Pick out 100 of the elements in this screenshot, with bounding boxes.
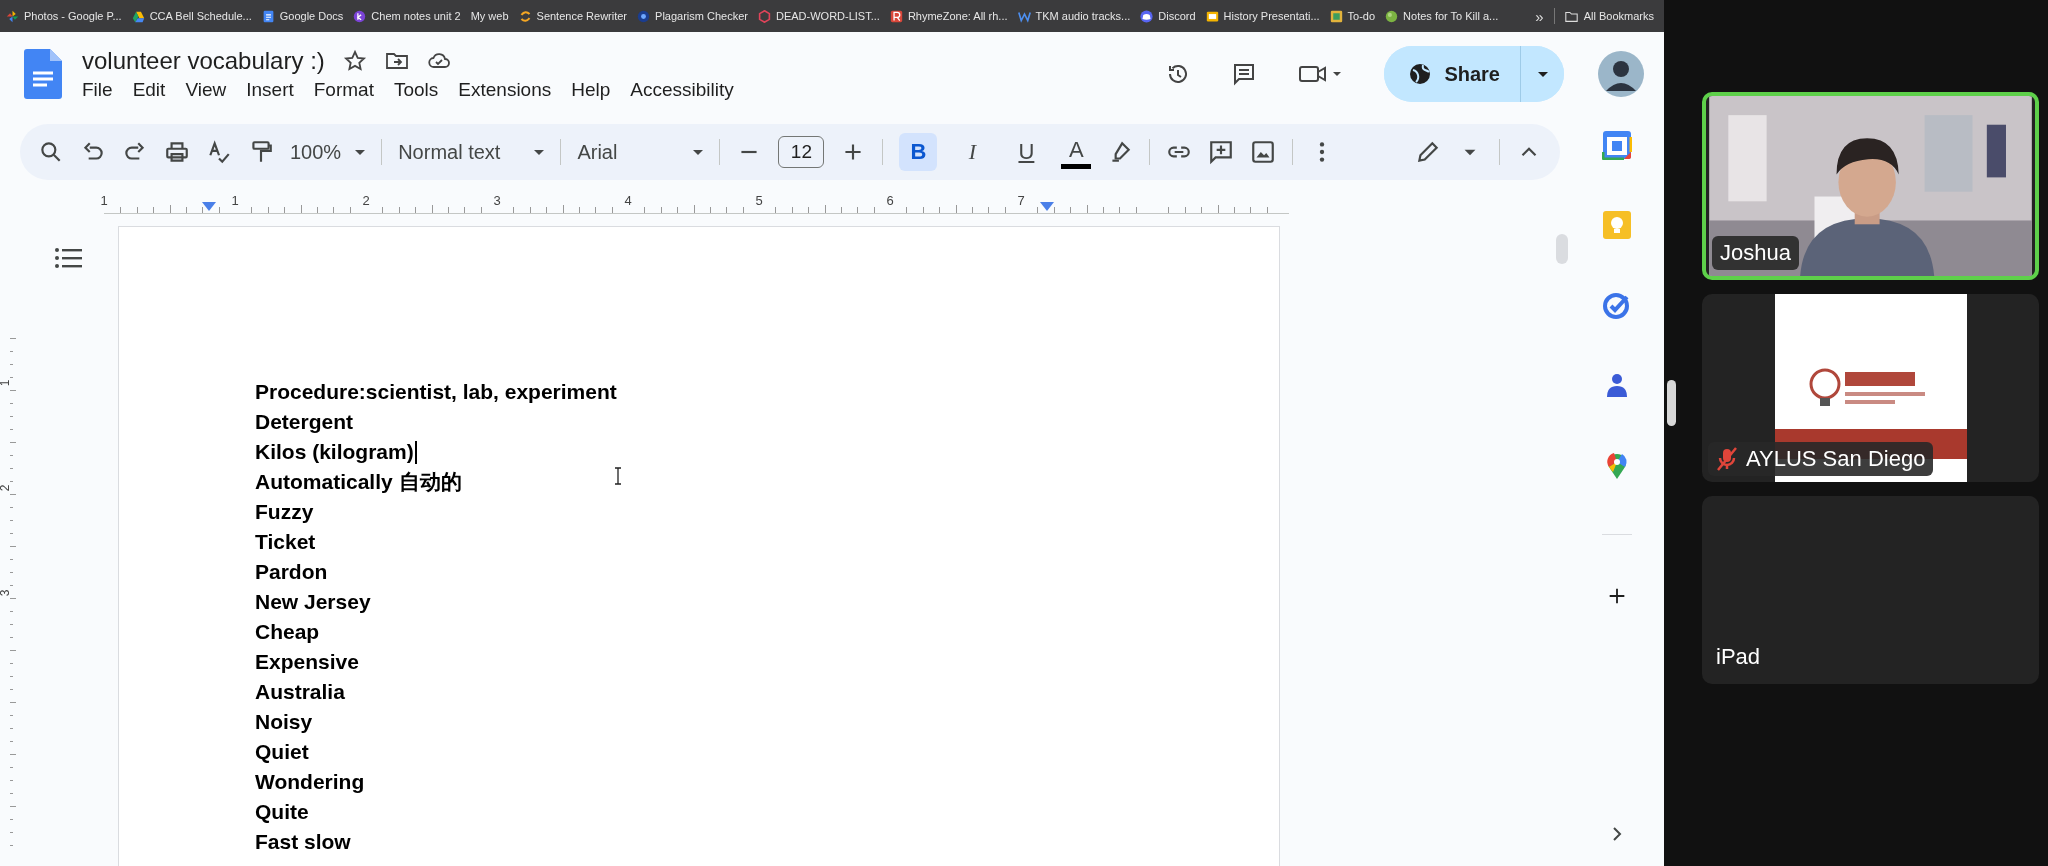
pencil-icon[interactable] [1415, 139, 1441, 165]
bookmark[interactable]: Photos - Google P... [6, 9, 122, 23]
document-title[interactable]: volunteer vocabulary :) [82, 47, 325, 75]
font-dropdown[interactable]: Arial [577, 140, 704, 164]
outline-icon[interactable] [54, 246, 82, 270]
bookmark[interactable]: My web [470, 10, 509, 22]
style-dropdown[interactable]: Normal text [398, 140, 545, 164]
circle-icon [637, 9, 651, 23]
bookmark[interactable]: Google Docs [261, 9, 344, 23]
text-line: Quite [255, 799, 309, 825]
swirl-icon [518, 9, 532, 23]
text-line: New Jersey [255, 589, 371, 615]
check-circle-icon[interactable] [1602, 290, 1632, 320]
menu-item[interactable]: Format [313, 79, 374, 101]
text-line: Fast slow [255, 829, 351, 855]
zoom-dropdown[interactable]: 100% [290, 140, 366, 164]
w-icon [1017, 9, 1031, 23]
bold-button[interactable]: B [899, 133, 938, 171]
ball-icon [1385, 9, 1399, 23]
text-line: Noisy [255, 709, 313, 735]
participant-name: AYLUS San Diego [1746, 446, 1926, 472]
text-line: Kilos (kilogram) [255, 437, 417, 467]
text-line: Detergent [255, 409, 354, 435]
print-icon[interactable] [164, 139, 190, 165]
video-tile[interactable]: AYLUS San Diego [1702, 294, 2039, 482]
menu-item[interactable]: File [82, 79, 113, 101]
spellcheck-icon[interactable] [206, 139, 232, 165]
comment-icon[interactable] [1232, 62, 1257, 86]
pinwheel-icon [6, 9, 19, 23]
bookmark[interactable]: CCA Bell Schedule... [131, 9, 252, 23]
ruler-number: 1 [231, 192, 239, 208]
r-icon [889, 9, 903, 23]
text-line: Pardon [255, 559, 328, 585]
caret-icon [693, 149, 704, 155]
slides-icon [1205, 9, 1219, 23]
checklist-icon [1329, 9, 1343, 23]
text-line: Fuzzy [255, 499, 314, 525]
text-line: Automatically 自动的 [255, 469, 462, 495]
bookmark[interactable]: DEAD-WORD-LIST... [757, 9, 880, 23]
overflow-button[interactable]: » [1535, 7, 1544, 25]
video-tile[interactable]: Joshua [1702, 92, 2039, 280]
menu-item[interactable]: Insert [246, 79, 294, 101]
bookmark[interactable]: TKM audio tracks... [1017, 9, 1131, 23]
bookmark[interactable]: Chem notes unit 2 [353, 9, 461, 23]
docs-logo-icon[interactable] [24, 49, 62, 99]
ruler-number: 4 [624, 192, 632, 208]
bookmark[interactable]: Plagarism Checker [637, 9, 748, 23]
hexagon-icon [757, 9, 771, 23]
bookmark[interactable]: History Presentati... [1205, 9, 1320, 23]
ruler-number: 3 [493, 192, 501, 208]
k-icon [353, 9, 367, 23]
ruler-number: 2 [362, 192, 370, 208]
text-line: Cheap [255, 619, 320, 645]
bookmark[interactable]: Notes for To Kill a... [1385, 9, 1499, 23]
font-size-field[interactable]: 12 [778, 136, 825, 168]
scrollbar-thumb[interactable] [1667, 380, 1676, 426]
add-comment-icon[interactable] [1208, 139, 1235, 165]
caret-icon [355, 149, 366, 155]
calendar-icon[interactable] [1602, 130, 1632, 160]
participant-name: iPad [1715, 643, 1762, 671]
text-color-button[interactable]: A [1061, 135, 1092, 169]
text-line: Procedure:scientist, lab, experiment [255, 379, 617, 405]
bookmark[interactable]: Sentence Rewriter [518, 9, 628, 23]
participant-name: Joshua [1712, 236, 1799, 270]
ruler-number: 1 [0, 379, 13, 387]
video-tile[interactable]: iPad [1702, 496, 2039, 684]
ruler-number: 6 [886, 192, 894, 208]
avatar[interactable] [1598, 51, 1644, 97]
menu-item[interactable]: Edit [132, 79, 166, 101]
caret-icon [534, 149, 545, 155]
text-line: Wondering [255, 769, 365, 795]
ruler-number: 7 [1017, 192, 1025, 208]
menu-item[interactable]: Help [571, 79, 611, 101]
menu-item[interactable]: Extensions [458, 79, 552, 101]
indent-marker[interactable] [1040, 201, 1055, 211]
bookmark[interactable]: Discord [1140, 9, 1196, 23]
triangle-icon [131, 9, 145, 23]
indent-marker[interactable] [201, 201, 216, 211]
bookmark[interactable]: To-do [1329, 9, 1376, 23]
image-icon[interactable] [1250, 139, 1277, 165]
text-line: Ticket [255, 529, 316, 555]
text-cursor-icon [613, 467, 623, 485]
text-line: Quiet [255, 739, 309, 765]
menu-item[interactable]: View [185, 79, 227, 101]
ruler-number: 2 [0, 484, 13, 492]
caret-icon [1537, 71, 1548, 77]
all-bookmarks-button[interactable]: All Bookmarks [1564, 9, 1654, 23]
menu-item[interactable]: Accessibility [630, 79, 734, 101]
text-line: Australia [255, 679, 345, 705]
bookmark[interactable]: RhymeZone: All rh... [889, 9, 1008, 23]
menu-item[interactable]: Tools [393, 79, 439, 101]
scrollbar-thumb[interactable] [1556, 234, 1568, 264]
ruler-number: 3 [0, 589, 13, 597]
italic-button[interactable]: I [953, 133, 992, 171]
ruler-number: 5 [755, 192, 763, 208]
folder-icon [1564, 9, 1578, 23]
underline-button[interactable]: U [1007, 133, 1046, 171]
ruler-number: 1 [100, 192, 108, 208]
globe-icon [1408, 62, 1433, 86]
star-icon[interactable] [342, 49, 367, 73]
